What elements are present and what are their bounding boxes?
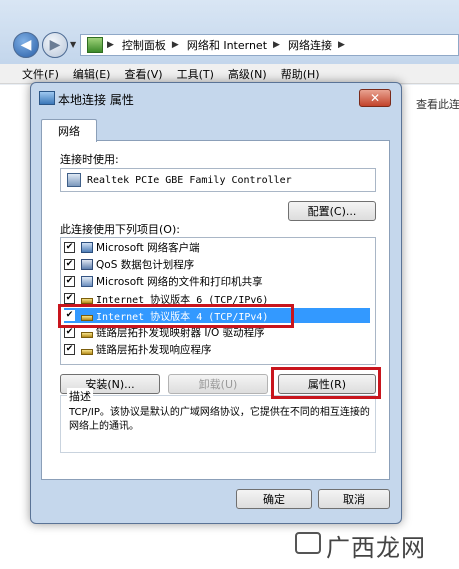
adapter-name: Realtek PCIe GBE Family Controller — [87, 174, 292, 186]
dialog-title: 本地连接 属性 — [58, 93, 134, 107]
network-tab-panel: 连接时使用: Realtek PCIe GBE Family Controlle… — [41, 140, 390, 480]
adapter-field: Realtek PCIe GBE Family Controller — [60, 168, 376, 192]
watermark-logo-icon — [295, 532, 321, 554]
uninstall-button[interactable]: 卸载(U) — [168, 374, 268, 394]
list-item-label: QoS 数据包计划程序 — [96, 259, 195, 271]
arrow-right-icon: ▶ — [49, 37, 61, 53]
checkbox-checked[interactable]: ✔ — [64, 242, 75, 253]
menu-tools[interactable]: 工具(T) — [177, 66, 214, 82]
history-dropdown-icon[interactable]: ▼ — [70, 40, 76, 49]
breadcrumb-network-connections[interactable]: 网络连接 — [288, 37, 332, 53]
list-item-label: Internet 协议版本 6 (TCP/IPv6) — [96, 295, 269, 306]
arrow-left-icon: ◀ — [20, 37, 32, 53]
list-item[interactable]: ✔ Microsoft 网络的文件和打印机共享 — [64, 274, 370, 289]
checkbox-checked[interactable]: ✔ — [64, 293, 75, 304]
menu-view[interactable]: 查看(V) — [124, 66, 162, 82]
list-item-selected[interactable]: ✔ Internet 协议版本 4 (TCP/IPv4) — [64, 308, 370, 323]
description-group: 描述 TCP/IP。该协议是默认的广域网络协议，它提供在不同的相互连接的网络上的… — [60, 388, 376, 453]
tab-network[interactable]: 网络 — [41, 119, 97, 142]
watermark-text: 广西龙网 — [326, 534, 426, 562]
list-item-label: 链路层拓扑发现映射器 I/O 驱动程序 — [96, 327, 265, 339]
view-status-link[interactable]: 查看此连 — [416, 96, 459, 112]
breadcrumb-control-panel[interactable]: 控制面板 — [122, 37, 166, 53]
menu-advanced[interactable]: 高级(N) — [228, 66, 267, 82]
dialog-title-bar[interactable]: 本地连接 属性 ✕ — [31, 83, 401, 111]
list-item-label: 链路层拓扑发现响应程序 — [96, 344, 212, 356]
list-item-label: Internet 协议版本 4 (TCP/IPv4) — [96, 312, 269, 323]
properties-button[interactable]: 属性(R) — [278, 374, 376, 394]
list-item-label: Microsoft 网络的文件和打印机共享 — [96, 276, 263, 288]
list-item[interactable]: ✔ 链路层拓扑发现响应程序 — [64, 342, 370, 357]
connect-using-label: 连接时使用: — [60, 153, 119, 166]
network-connection-icon — [39, 91, 55, 105]
chevron-right-icon[interactable]: ▶ — [107, 40, 114, 50]
close-icon: ✕ — [369, 91, 381, 105]
chevron-right-icon[interactable]: ▶ — [172, 40, 179, 50]
breadcrumb-network-internet[interactable]: 网络和 Internet — [187, 37, 267, 53]
checkbox-checked[interactable]: ✔ — [64, 259, 75, 270]
list-item[interactable]: ✔ 链路层拓扑发现映射器 I/O 驱动程序 — [64, 325, 370, 340]
components-list[interactable]: ✔ Microsoft 网络客户端 ✔ QoS 数据包计划程序 ✔ Micros… — [60, 237, 376, 365]
close-button[interactable]: ✕ — [359, 89, 391, 107]
back-button[interactable]: ◀ — [13, 32, 39, 58]
file-share-icon — [81, 276, 93, 287]
menu-help[interactable]: 帮助(H) — [281, 66, 320, 82]
menu-file[interactable]: 文件(F) — [22, 66, 59, 82]
menu-edit[interactable]: 编辑(E) — [73, 66, 111, 82]
chevron-right-icon[interactable]: ▶ — [273, 40, 280, 50]
protocol-icon — [81, 314, 93, 321]
configure-button[interactable]: 配置(C)... — [288, 201, 376, 221]
list-item[interactable]: ✔ Microsoft 网络客户端 — [64, 240, 370, 255]
protocol-icon — [81, 348, 93, 355]
qos-icon — [81, 259, 93, 270]
checkbox-checked[interactable]: ✔ — [64, 344, 75, 355]
checkbox-checked[interactable]: ✔ — [64, 327, 75, 338]
cancel-button[interactable]: 取消 — [318, 489, 390, 509]
menu-bar: 文件(F) 编辑(E) 查看(V) 工具(T) 高级(N) 帮助(H) — [0, 64, 459, 84]
checkbox-checked[interactable]: ✔ — [64, 276, 75, 287]
list-item[interactable]: ✔ Internet 协议版本 6 (TCP/IPv6) — [64, 291, 370, 306]
local-connection-properties-dialog: 本地连接 属性 ✕ 网络 连接时使用: Realtek PCIe GBE Fam… — [30, 82, 402, 524]
items-label: 此连接使用下列项目(O): — [60, 223, 180, 236]
description-title: 描述 — [67, 388, 93, 404]
chevron-right-icon[interactable]: ▶ — [338, 40, 345, 50]
ok-button[interactable]: 确定 — [236, 489, 312, 509]
protocol-icon — [81, 297, 93, 304]
address-bar[interactable]: ▶ 控制面板 ▶ 网络和 Internet ▶ 网络连接 ▶ — [80, 34, 459, 56]
list-item[interactable]: ✔ QoS 数据包计划程序 — [64, 257, 370, 272]
list-item-label: Microsoft 网络客户端 — [96, 242, 200, 254]
description-text: TCP/IP。该协议是默认的广域网络协议，它提供在不同的相互连接的网络上的通讯。 — [69, 407, 370, 432]
network-client-icon — [81, 242, 93, 253]
network-adapter-icon — [67, 173, 81, 187]
control-panel-icon — [87, 37, 103, 53]
protocol-icon — [81, 331, 93, 338]
forward-button[interactable]: ▶ — [42, 32, 68, 58]
checkbox-checked[interactable]: ✔ — [64, 310, 75, 321]
